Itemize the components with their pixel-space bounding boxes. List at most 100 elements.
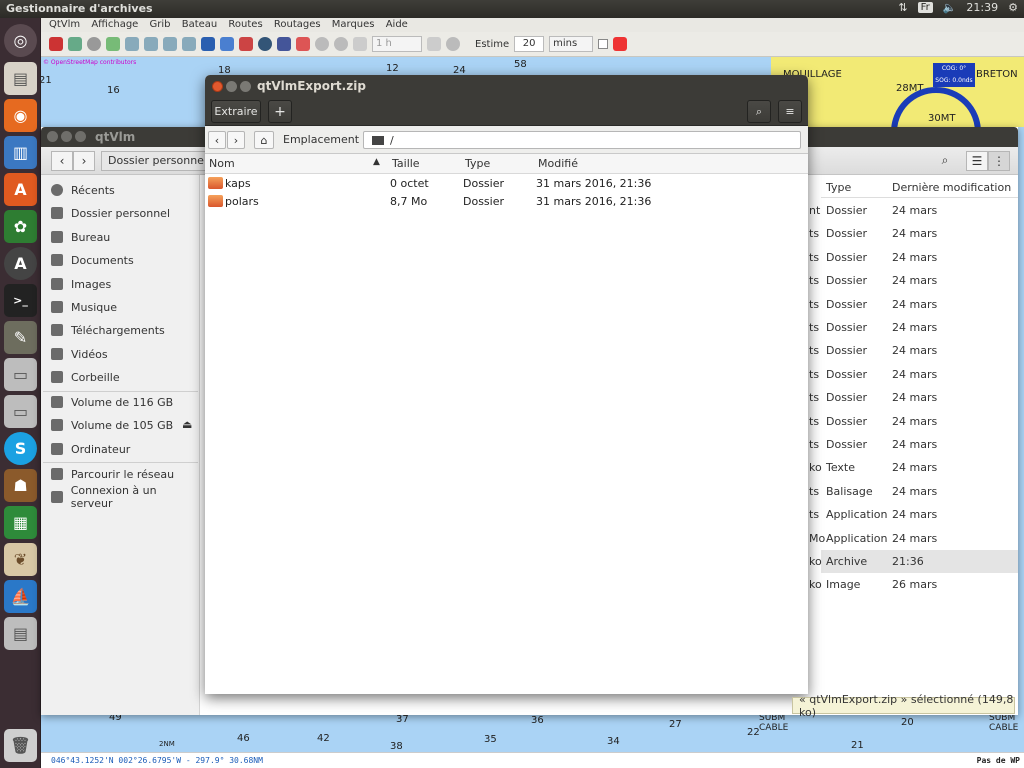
menu-grib[interactable]: Grib — [150, 19, 171, 30]
file-row[interactable]: ts Dossier 24 mars — [809, 269, 1018, 292]
circle-icon[interactable] — [315, 37, 329, 51]
sidebar-item-music[interactable]: Musique — [51, 296, 117, 318]
file-row[interactable]: Mo Application 24 mars — [809, 527, 1018, 550]
clock[interactable]: 21:39 — [966, 1, 998, 14]
menu-routes[interactable]: Routes — [228, 19, 262, 30]
app-launcher-icon[interactable]: ☗ — [4, 469, 37, 502]
sidebar-item-volume-105[interactable]: Volume de 105 GB — [51, 414, 173, 436]
column-type[interactable]: Type — [826, 181, 851, 194]
menu-marques[interactable]: Marques — [332, 19, 375, 30]
file-row[interactable]: nt Dossier 24 mars — [809, 199, 1018, 222]
next-step-icon[interactable] — [427, 37, 441, 51]
menu-qtvlm[interactable]: QtVlm — [49, 19, 80, 30]
prev-step-icon[interactable] — [353, 37, 367, 51]
flag-icon[interactable] — [296, 37, 310, 51]
stop-icon[interactable] — [334, 37, 348, 51]
file-row[interactable]: ts Application 24 mars — [809, 503, 1018, 526]
sidebar-item-images[interactable]: Images — [51, 273, 111, 295]
compass-icon[interactable] — [87, 37, 101, 51]
column-name[interactable]: Nom — [209, 157, 235, 170]
estime-checkbox[interactable] — [598, 39, 609, 49]
warning-icon[interactable] — [613, 37, 628, 51]
location-field[interactable]: / — [363, 131, 801, 149]
power-gear-icon[interactable]: ⚙ — [1008, 1, 1018, 14]
sidebar-item-network[interactable]: Parcourir le réseau — [51, 463, 174, 485]
sidebar-item-documents[interactable]: Documents — [51, 249, 134, 271]
file-row[interactable]: ko Texte 24 mars — [809, 456, 1018, 479]
back-icon[interactable]: ‹ — [51, 151, 73, 171]
writer-launcher-icon[interactable]: ▥ — [4, 136, 37, 169]
update-manager-launcher-icon[interactable]: A — [4, 247, 37, 280]
grid-view-icon[interactable]: ⋮ — [988, 151, 1010, 171]
minimize-icon[interactable] — [226, 81, 237, 92]
file-row[interactable]: ts Balisage 24 mars — [809, 480, 1018, 503]
home-icon[interactable]: ⌂ — [254, 131, 274, 149]
keyboard-layout-indicator[interactable]: Fr — [917, 2, 933, 13]
file-row[interactable]: ko Archive 21:36 — [809, 550, 1018, 573]
zoom-out-icon[interactable] — [144, 37, 158, 51]
software-center-launcher-icon[interactable]: A — [4, 173, 37, 206]
sidebar-item-videos[interactable]: Vidéos — [51, 343, 108, 365]
estime-input[interactable]: 20 — [514, 36, 545, 52]
sidebar-item-computer[interactable]: Ordinateur — [51, 438, 130, 460]
sidebar-item-recents[interactable]: Récents — [51, 179, 115, 201]
globe-icon[interactable] — [258, 37, 272, 51]
firefox-launcher-icon[interactable]: ◉ — [4, 99, 37, 132]
forward-icon[interactable]: › — [73, 151, 95, 171]
extract-button[interactable]: Extraire — [211, 100, 261, 123]
sidebar-item-connect-server[interactable]: Connexion à un serveur — [51, 484, 199, 510]
file-row[interactable]: ts Dossier 24 mars — [809, 316, 1018, 339]
search-icon[interactable]: ⌕ — [747, 100, 771, 123]
pencil-icon[interactable] — [239, 37, 253, 51]
menu-bateau[interactable]: Bateau — [182, 19, 218, 30]
drive2-launcher-icon[interactable]: ▭ — [4, 395, 37, 428]
skype-launcher-icon[interactable]: S — [4, 432, 37, 465]
file-row[interactable]: ts Dossier 24 mars — [809, 433, 1018, 456]
time-step-select[interactable]: 1 h — [372, 36, 422, 52]
sort-ascending-icon[interactable]: ▲ — [373, 157, 380, 167]
column-modified[interactable]: Modifié — [538, 157, 578, 170]
sidebar-item-downloads[interactable]: Téléchargements — [51, 319, 165, 341]
grib-icon[interactable] — [106, 37, 120, 51]
menu-aide[interactable]: Aide — [386, 19, 408, 30]
close-icon[interactable] — [212, 81, 223, 92]
sidebar-item-trash[interactable]: Corbeille — [51, 366, 120, 388]
zoom-in-icon[interactable] — [125, 37, 139, 51]
sidebar-item-volume-116[interactable]: Volume de 116 GB — [51, 391, 173, 413]
file-row[interactable]: ts Dossier 24 mars — [809, 363, 1018, 386]
calc-launcher-icon[interactable]: ▦ — [4, 506, 37, 539]
add-button[interactable]: + — [268, 100, 292, 123]
trash-launcher-icon[interactable]: 🗑 — [4, 729, 37, 762]
select-area-icon[interactable] — [201, 37, 215, 51]
network-arrows-icon[interactable]: ⇅ — [898, 1, 907, 14]
column-type[interactable]: Type — [465, 157, 490, 170]
menu-routages[interactable]: Routages — [274, 19, 321, 30]
archive-launcher-icon[interactable]: ▤ — [4, 617, 37, 650]
archive-row-kaps[interactable]: kaps 0 octet Dossier 31 mars 2016, 21:36 — [205, 175, 808, 193]
file-row[interactable]: ts Dossier 24 mars — [809, 339, 1018, 362]
lighthouse-icon[interactable] — [49, 37, 63, 51]
column-size[interactable]: Taille — [392, 157, 420, 170]
opencpn-launcher-icon[interactable]: ✿ — [4, 210, 37, 243]
zoom-fit-icon[interactable] — [163, 37, 177, 51]
scroll-launcher-icon[interactable]: ❦ — [4, 543, 37, 576]
file-row[interactable]: ts Dossier 24 mars — [809, 293, 1018, 316]
minimize-icon[interactable] — [61, 131, 72, 142]
search-icon[interactable]: ⌕ — [934, 151, 956, 171]
maximize-icon[interactable] — [240, 81, 251, 92]
eject-icon[interactable]: ⏏ — [182, 418, 192, 431]
sidebar-item-home[interactable]: Dossier personnel — [51, 202, 170, 224]
back-icon[interactable]: ‹ — [208, 131, 226, 149]
file-manager-launcher-icon[interactable]: ▤ — [4, 62, 37, 95]
boat-icon[interactable] — [68, 37, 82, 51]
file-row[interactable]: ts Dossier 24 mars — [809, 246, 1018, 269]
column-modified[interactable]: Dernière modification — [892, 181, 1011, 194]
unit-select[interactable]: mins — [549, 36, 594, 52]
sidebar-item-desktop[interactable]: Bureau — [51, 226, 110, 248]
file-row[interactable]: ts Dossier 24 mars — [809, 386, 1018, 409]
gimp-launcher-icon[interactable]: ✎ — [4, 321, 37, 354]
menu-icon[interactable]: ≡ — [778, 100, 802, 123]
breadcrumb[interactable]: Dossier personnel — [101, 151, 215, 171]
drive-launcher-icon[interactable]: ▭ — [4, 358, 37, 391]
archive-row-polars[interactable]: polars 8,7 Mo Dossier 31 mars 2016, 21:3… — [205, 193, 808, 211]
